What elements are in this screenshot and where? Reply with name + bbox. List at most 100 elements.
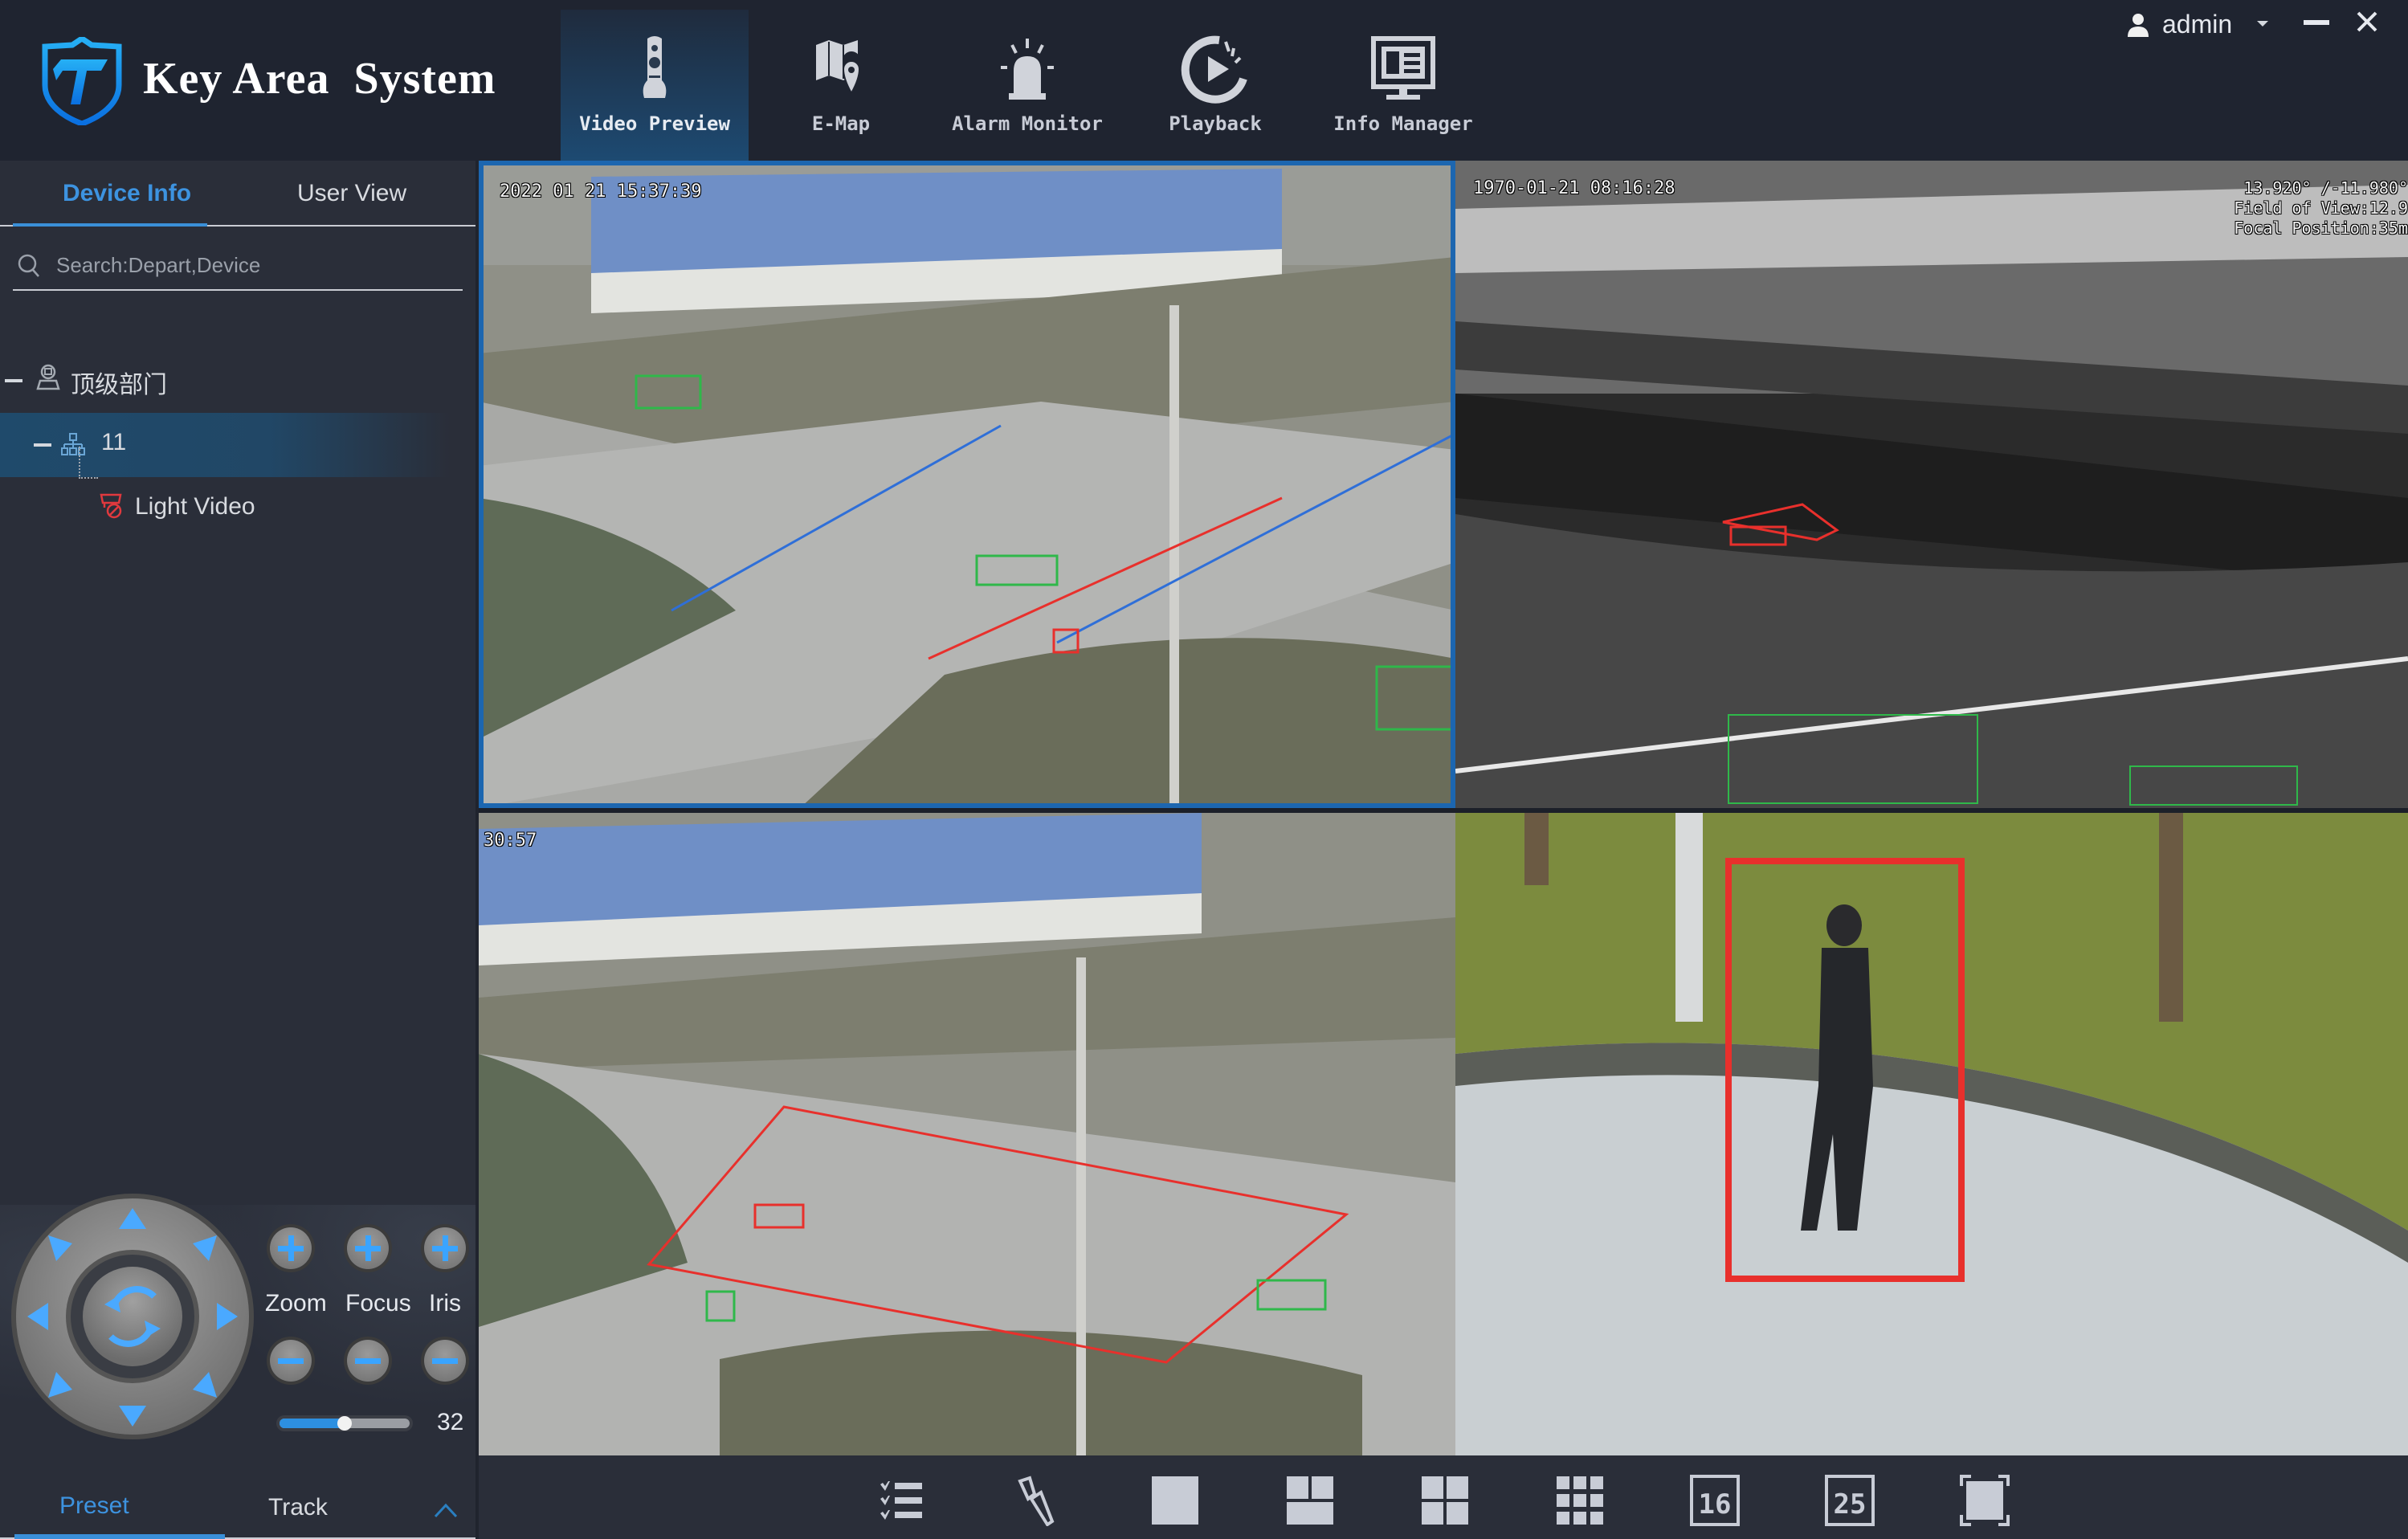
osd-timestamp: 2022 01 21 15:37:39 — [500, 182, 702, 202]
layout-4-icon — [1422, 1476, 1468, 1525]
tab-user-view[interactable]: User View — [297, 180, 406, 207]
task-list-icon — [880, 1481, 922, 1520]
ptz-speed-slider[interactable] — [276, 1415, 413, 1431]
slider-thumb[interactable] — [337, 1416, 352, 1431]
osd-ptz-info: 13.920° /-11.980° Field of View:12.9 Focal… — [2234, 178, 2408, 239]
nav-label: Info Manager — [1333, 112, 1473, 135]
slider-track — [280, 1416, 410, 1431]
nav-e-map[interactable]: E-Map — [747, 10, 935, 161]
nav-video-preview[interactable]: Video Preview — [561, 10, 749, 161]
camera-icon — [643, 36, 667, 98]
osd-focal: Focal Position:35m — [2234, 218, 2408, 238]
osd-timestamp: 30:57 — [484, 831, 537, 851]
active-tab-indicator — [13, 223, 207, 227]
sidebar-tabs: Device Info User View — [0, 161, 475, 227]
video-pane-2[interactable]: 1970-01-21 08:16:28 13.920° /-11.980° Fie… — [1455, 161, 2408, 808]
ptz-speed-value: 32 — [437, 1409, 464, 1435]
user-name: admin — [2162, 10, 2233, 39]
layout-1-button[interactable] — [1149, 1475, 1202, 1526]
tree-connector — [79, 447, 98, 479]
close-button[interactable] — [2355, 10, 2379, 34]
osd-angle: 13.920° /-11.980° — [2243, 178, 2408, 198]
clear-icon — [1018, 1476, 1055, 1527]
tree-item-department[interactable]: 顶级部门 — [0, 349, 450, 413]
nav-alarm-monitor[interactable]: Alarm Monitor — [933, 10, 1121, 161]
header-bar: Key Area System Video Preview E-Map Alar… — [0, 0, 2408, 161]
user-menu[interactable]: admin — [2071, 0, 2408, 48]
search-input[interactable] — [56, 247, 450, 283]
nav-info-manager[interactable]: Info Manager — [1309, 10, 1497, 161]
iris-close-button[interactable] — [424, 1340, 466, 1382]
video-grid: 2022 01 21 15:37:39 1970-01-21 08:16:28 … — [479, 161, 2408, 1455]
video-pane-3[interactable]: 30:57 — [479, 813, 1455, 1455]
collapse-toggle-icon[interactable] — [34, 443, 51, 447]
logo-shield-icon — [42, 37, 122, 125]
iris-open-button[interactable] — [424, 1227, 466, 1269]
playback-icon — [1181, 35, 1247, 104]
video-pane-4[interactable] — [1455, 813, 2408, 1455]
app-title: Key Area System — [143, 54, 496, 104]
layout-4-button[interactable] — [1418, 1475, 1471, 1526]
collapse-toggle-icon[interactable] — [5, 379, 22, 382]
tree-label: 11 — [101, 429, 127, 455]
nav-label: E-Map — [811, 112, 871, 135]
tab-preset[interactable]: Preset — [59, 1492, 129, 1520]
video-feed — [1455, 161, 2408, 808]
zoom-out-button[interactable] — [270, 1340, 312, 1382]
fullscreen-icon — [1960, 1475, 2010, 1526]
nav-label: Alarm Monitor — [952, 112, 1103, 135]
minimize-button[interactable] — [2304, 20, 2329, 25]
zoom-label: Zoom — [265, 1290, 327, 1317]
tab-track[interactable]: Track — [268, 1494, 328, 1521]
layout-9-icon — [1557, 1476, 1603, 1525]
tree-label: Light Video — [135, 493, 255, 520]
layout-16-icon: 16 — [1690, 1475, 1740, 1526]
monitor-icon — [1371, 36, 1435, 100]
department-icon — [36, 364, 60, 390]
tab-device-info[interactable]: Device Info — [63, 180, 191, 207]
fullscreen-button[interactable] — [1958, 1475, 2011, 1526]
tree-item-org[interactable]: 11 — [0, 413, 450, 477]
ptz-tabs: Preset Track — [0, 1462, 475, 1539]
zoom-in-button[interactable] — [270, 1227, 312, 1269]
osd-timestamp: 1970-01-21 08:16:28 — [1473, 178, 1675, 198]
layout-9-button[interactable] — [1553, 1475, 1606, 1526]
layout-25-text: 25 — [1834, 1488, 1867, 1521]
iris-label: Iris — [429, 1290, 461, 1317]
camera-offline-icon — [100, 493, 122, 519]
app-window: Key Area System Video Preview E-Map Alar… — [0, 0, 2408, 1539]
map-icon — [816, 40, 861, 98]
layout-25-button[interactable]: 25 — [1823, 1475, 1876, 1526]
tree-label: 顶级部门 — [71, 372, 167, 398]
video-feed — [1455, 813, 2408, 1455]
video-feed — [479, 161, 1455, 808]
nav-label: Video Preview — [579, 112, 730, 135]
clear-screen-button[interactable] — [1010, 1475, 1063, 1527]
slider-fill — [280, 1419, 345, 1428]
layout-1-icon — [1152, 1476, 1198, 1525]
layout-3-button[interactable] — [1284, 1475, 1337, 1526]
layout-25-icon: 25 — [1825, 1475, 1875, 1526]
search-box — [13, 244, 463, 291]
focus-far-button[interactable] — [347, 1340, 389, 1382]
layout-16-button[interactable]: 16 — [1688, 1475, 1741, 1526]
dropdown-caret-icon[interactable] — [2257, 21, 2268, 27]
layout-toolbar: 16 25 — [479, 1455, 2408, 1539]
nav-playback[interactable]: Playback — [1121, 10, 1309, 161]
active-tab-indicator — [14, 1534, 225, 1539]
chevron-up-icon[interactable] — [434, 1502, 458, 1518]
video-pane-1[interactable]: 2022 01 21 15:37:39 — [479, 161, 1455, 808]
video-feed — [479, 813, 1455, 1455]
layout-16-text: 16 — [1699, 1488, 1732, 1521]
osd-fov: Field of View:12.9 — [2234, 198, 2408, 218]
nav-label: Playback — [1169, 112, 1262, 135]
tree-item-camera[interactable]: Light Video — [0, 477, 450, 541]
focus-near-button[interactable] — [347, 1227, 389, 1269]
ptz-direction-wheel[interactable] — [10, 1194, 255, 1439]
alarm-icon — [1001, 39, 1054, 100]
task-list-button[interactable] — [875, 1475, 929, 1526]
search-icon — [18, 254, 39, 277]
focus-label: Focus — [345, 1290, 411, 1317]
layout-3-icon — [1287, 1476, 1333, 1525]
user-icon — [2128, 14, 2149, 37]
